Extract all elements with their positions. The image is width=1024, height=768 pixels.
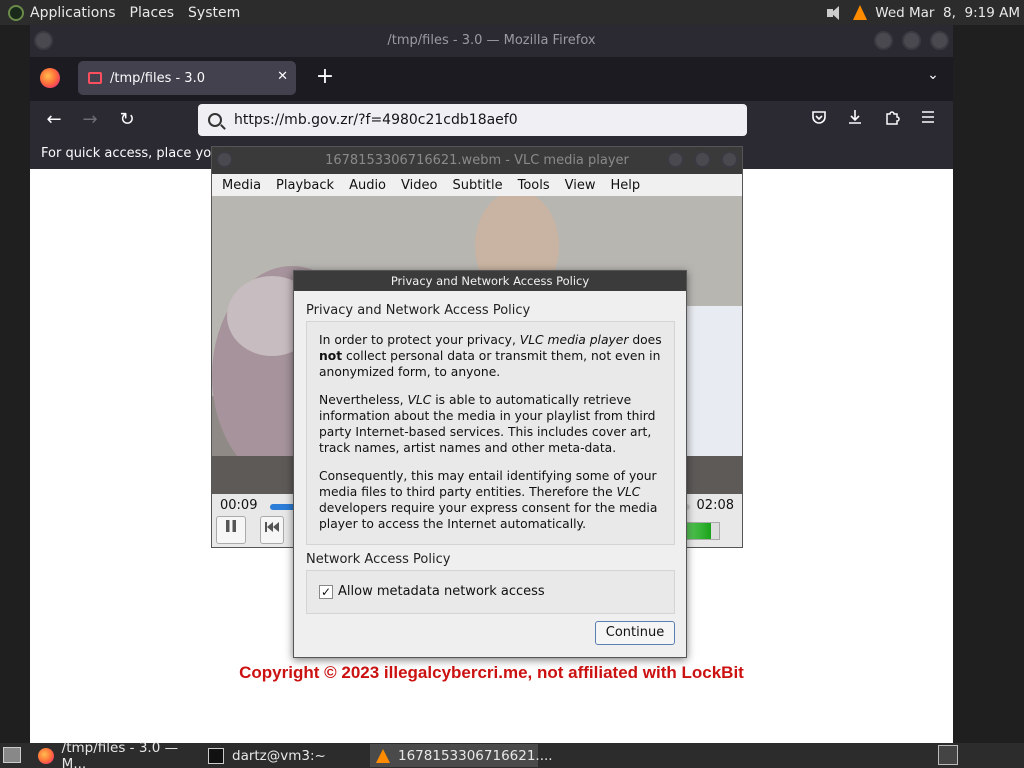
vlc-cone-icon[interactable] (853, 5, 868, 20)
vlc-cone-icon (376, 748, 390, 763)
task-firefox[interactable]: /tmp/files - 3.0 — M... (32, 740, 204, 768)
clock[interactable]: Wed Mar 8, 9:19 AM (875, 5, 1020, 21)
metadata-checkbox-label[interactable]: Allow metadata network access (338, 584, 545, 599)
workspace-switcher-icon[interactable] (938, 745, 958, 765)
privacy-heading: Privacy and Network Access Policy (306, 303, 531, 318)
network-access-group: ✓ Allow metadata network access (306, 570, 675, 614)
url-text[interactable]: https://mb.gov.zr/?f=4980c21cdb18aef0 (234, 112, 518, 128)
menu-view[interactable]: View (565, 178, 596, 193)
pause-icon (226, 520, 236, 532)
task-vlc[interactable]: 1678153306716621.... (370, 744, 553, 767)
time-total: 02:08 (696, 498, 734, 513)
new-tab-button[interactable]: + (310, 63, 340, 93)
menu-media[interactable]: Media (222, 178, 261, 193)
previous-button[interactable] (260, 516, 284, 544)
menu-audio[interactable]: Audio (349, 178, 386, 193)
pause-button[interactable] (216, 516, 246, 544)
list-tabs-chevron-icon[interactable]: ⌄ (921, 67, 945, 91)
metadata-checkbox[interactable]: ✓ (319, 585, 333, 599)
previous-icon (265, 522, 279, 532)
bottom-panel: /tmp/files - 3.0 — M... dartz@vm3:~ 1678… (0, 740, 1024, 768)
tab-favicon-icon (88, 72, 102, 84)
close-icon[interactable] (930, 31, 949, 50)
privacy-paragraph-2: Nevertheless, VLC is able to automatical… (319, 393, 656, 455)
maximize-icon[interactable] (902, 31, 921, 50)
pocket-icon[interactable] (806, 107, 832, 133)
privacy-text: In order to protect your privacy, VLC me… (306, 321, 675, 545)
task-label: dartz@vm3:~ (232, 747, 326, 764)
menu-video[interactable]: Video (401, 178, 437, 193)
menu-playback[interactable]: Playback (276, 178, 334, 193)
nav-bar: ← → ↻ https://mb.gov.zr/?f=4980c21cdb18a… (30, 101, 953, 139)
hamburger-icon[interactable] (915, 107, 941, 133)
bookmarks-hint: For quick access, place your b (41, 146, 238, 161)
back-arrow-icon[interactable]: ← (41, 107, 67, 133)
minimize-icon[interactable] (874, 31, 893, 50)
window-menu-icon[interactable] (34, 31, 53, 50)
firefox-logo-icon[interactable] (40, 68, 60, 88)
download-icon[interactable] (842, 107, 868, 133)
terminal-icon (208, 747, 224, 764)
panel-tray: Wed Mar 8, 9:19 AM (825, 0, 1020, 25)
url-bar[interactable]: https://mb.gov.zr/?f=4980c21cdb18aef0 (198, 104, 747, 136)
minimize-icon[interactable] (667, 151, 684, 168)
network-access-heading: Network Access Policy (306, 552, 451, 567)
vlc-window-title: 1678153306716621.webm - VLC media player (325, 153, 629, 168)
window-menu-icon[interactable] (216, 151, 233, 168)
menu-help[interactable]: Help (611, 178, 641, 193)
privacy-paragraph-1: In order to protect your privacy, VLC me… (319, 333, 662, 379)
task-label: /tmp/files - 3.0 — M... (61, 739, 179, 768)
reload-icon[interactable]: ↻ (114, 107, 140, 133)
close-icon[interactable] (721, 151, 738, 168)
privacy-dialog: Privacy and Network Access Policy Privac… (293, 270, 687, 658)
vlc-menu-bar: Media Playback Audio Video Subtitle Tool… (212, 174, 742, 196)
dialog-titlebar[interactable]: Privacy and Network Access Policy (294, 271, 686, 291)
gnome-foot-icon[interactable] (8, 4, 24, 21)
menu-tools[interactable]: Tools (518, 178, 550, 193)
forward-arrow-icon[interactable]: → (77, 107, 103, 133)
top-panel: Applications Places System Wed Mar 8, 9:… (0, 0, 1024, 25)
tab-close-icon[interactable]: ✕ (277, 69, 288, 84)
task-terminal[interactable]: dartz@vm3:~ (202, 744, 368, 767)
puzzle-icon[interactable] (879, 107, 905, 133)
time-elapsed: 00:09 (220, 498, 258, 513)
search-icon (208, 113, 222, 127)
tab-title: /tmp/files - 3.0 (110, 70, 205, 86)
places-menu[interactable]: Places (130, 5, 175, 21)
firefox-window-title: /tmp/files - 3.0 — Mozilla Firefox (387, 33, 596, 48)
maximize-icon[interactable] (694, 151, 711, 168)
tab-files[interactable]: /tmp/files - 3.0 ✕ (78, 61, 296, 95)
system-menu[interactable]: System (188, 5, 240, 21)
applications-menu[interactable]: Applications (30, 5, 116, 21)
tab-bar: /tmp/files - 3.0 ✕ + ⌄ (30, 57, 953, 101)
volume-icon[interactable] (825, 5, 845, 21)
copyright-text: Copyright © 2023 illegalcybercri.me, not… (239, 663, 744, 682)
privacy-paragraph-3: Consequently, this may entail identifyin… (319, 469, 658, 531)
menu-subtitle[interactable]: Subtitle (452, 178, 502, 193)
firefox-logo-icon (38, 747, 54, 764)
show-desktop-icon[interactable] (3, 747, 21, 763)
firefox-titlebar[interactable]: /tmp/files - 3.0 — Mozilla Firefox (30, 25, 953, 57)
continue-button[interactable]: Continue (595, 621, 675, 645)
task-label: 1678153306716621.... (398, 747, 553, 764)
vlc-titlebar[interactable]: 1678153306716621.webm - VLC media player (212, 147, 742, 174)
